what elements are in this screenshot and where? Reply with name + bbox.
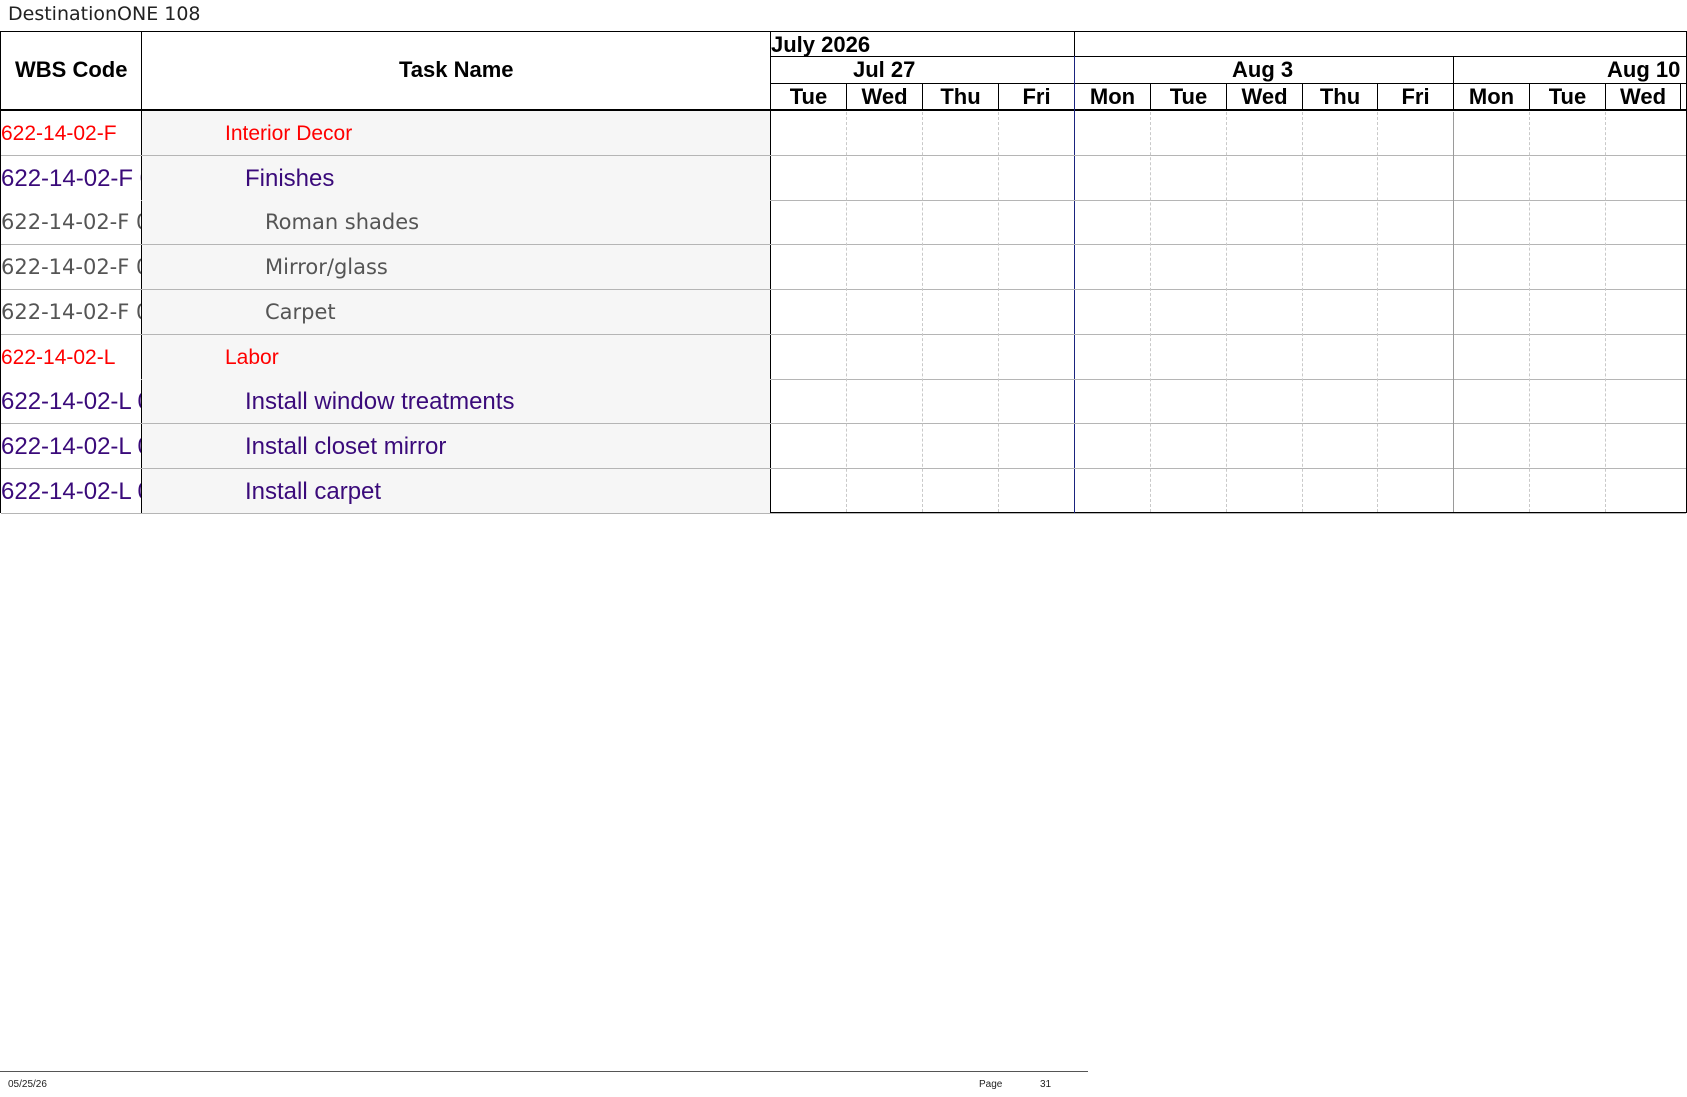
table-row[interactable]: 622-14-02-L 0 Install closet mirror <box>1 424 1686 469</box>
day-gridline <box>922 112 923 512</box>
footer-page-label: Page <box>979 1079 1003 1090</box>
table-row[interactable]: 622-14-02-L Labor <box>1 335 1686 380</box>
day-label: Tue <box>789 84 828 109</box>
table-row[interactable]: 622-14-02-F 01 Carpet <box>1 290 1686 335</box>
wbs-code-cell: 622-14-02-F 01 <box>1 255 141 279</box>
day-gridline <box>846 112 847 512</box>
task-name-cell: Install closet mirror <box>245 433 447 460</box>
task-name-cell: Roman shades <box>265 210 420 234</box>
wbs-code-cell: 622-14-02-F <box>1 122 117 145</box>
day-label: Mon <box>1089 84 1136 109</box>
day-gridline <box>1226 112 1227 512</box>
wbs-code-header: WBS Code <box>15 57 128 82</box>
task-name-cell: Labor <box>225 346 279 369</box>
day-label: Fri <box>1022 84 1051 109</box>
table-row[interactable]: 622-14-02-F 01 Finishes <box>1 156 1686 201</box>
day-gridline <box>1302 112 1303 512</box>
wbs-code-cell: 622-14-02-L <box>1 346 116 369</box>
day-label: Wed <box>1241 84 1288 109</box>
task-name-cell: Mirror/glass <box>265 255 388 279</box>
day-label: Tue <box>1169 84 1208 109</box>
footer-rule <box>0 1071 1088 1072</box>
day-gridline <box>1605 112 1606 512</box>
wbs-code-cell: 622-14-02-L 0 <box>1 433 141 460</box>
week-label: Aug 10 <box>1607 57 1681 82</box>
task-name-cell: Interior Decor <box>225 122 353 145</box>
day-label: Wed <box>861 84 908 109</box>
wbs-code-cell: 622-14-02-L 0 <box>1 478 141 505</box>
footer-date: 05/25/26 <box>8 1079 47 1090</box>
table-row[interactable]: 622-14-02-F 01 Roman shades <box>1 200 1686 245</box>
week-gridline <box>1453 112 1454 512</box>
task-name-cell: Carpet <box>265 300 336 324</box>
wbs-code-cell: 622-14-02-F 01 <box>1 210 141 234</box>
week-label: Jul 27 <box>853 57 916 82</box>
day-gridline <box>998 112 999 512</box>
wbs-code-cell: 622-14-02-F 01 <box>1 300 141 324</box>
month-label: July 2026 <box>771 32 871 57</box>
table-row[interactable]: 622-14-02-F Interior Decor <box>1 111 1686 156</box>
day-label: Thu <box>940 84 981 109</box>
table-row[interactable]: 622-14-02-F 01 Mirror/glass <box>1 245 1686 290</box>
day-label: Thu <box>1319 84 1361 109</box>
task-name-cell: Install carpet <box>245 478 382 505</box>
day-label: Tue <box>1548 84 1587 109</box>
day-gridline <box>1529 112 1530 512</box>
day-label: Mon <box>1468 84 1515 109</box>
wbs-code-cell: 622-14-02-F 01 <box>1 165 141 192</box>
wbs-code-cell: 622-14-02-L 0 <box>1 388 141 415</box>
day-gridline <box>1377 112 1378 512</box>
task-name-cell: Finishes <box>245 165 335 192</box>
day-gridline <box>1150 112 1151 512</box>
document-title: DestinationONE 108 <box>8 3 201 25</box>
task-name-header: Task Name <box>399 57 514 82</box>
day-label: Wed <box>1619 84 1667 109</box>
task-name-cell: Install window treatments <box>245 388 515 415</box>
day-label: Fri <box>1401 84 1430 109</box>
week-label: Aug 3 <box>1232 57 1294 82</box>
table-row[interactable]: 622-14-02-L 0 Install carpet <box>1 469 1686 514</box>
footer-page-number: 31 <box>1040 1079 1052 1090</box>
table-row[interactable]: 622-14-02-L 0 Install window treatments <box>1 379 1686 424</box>
